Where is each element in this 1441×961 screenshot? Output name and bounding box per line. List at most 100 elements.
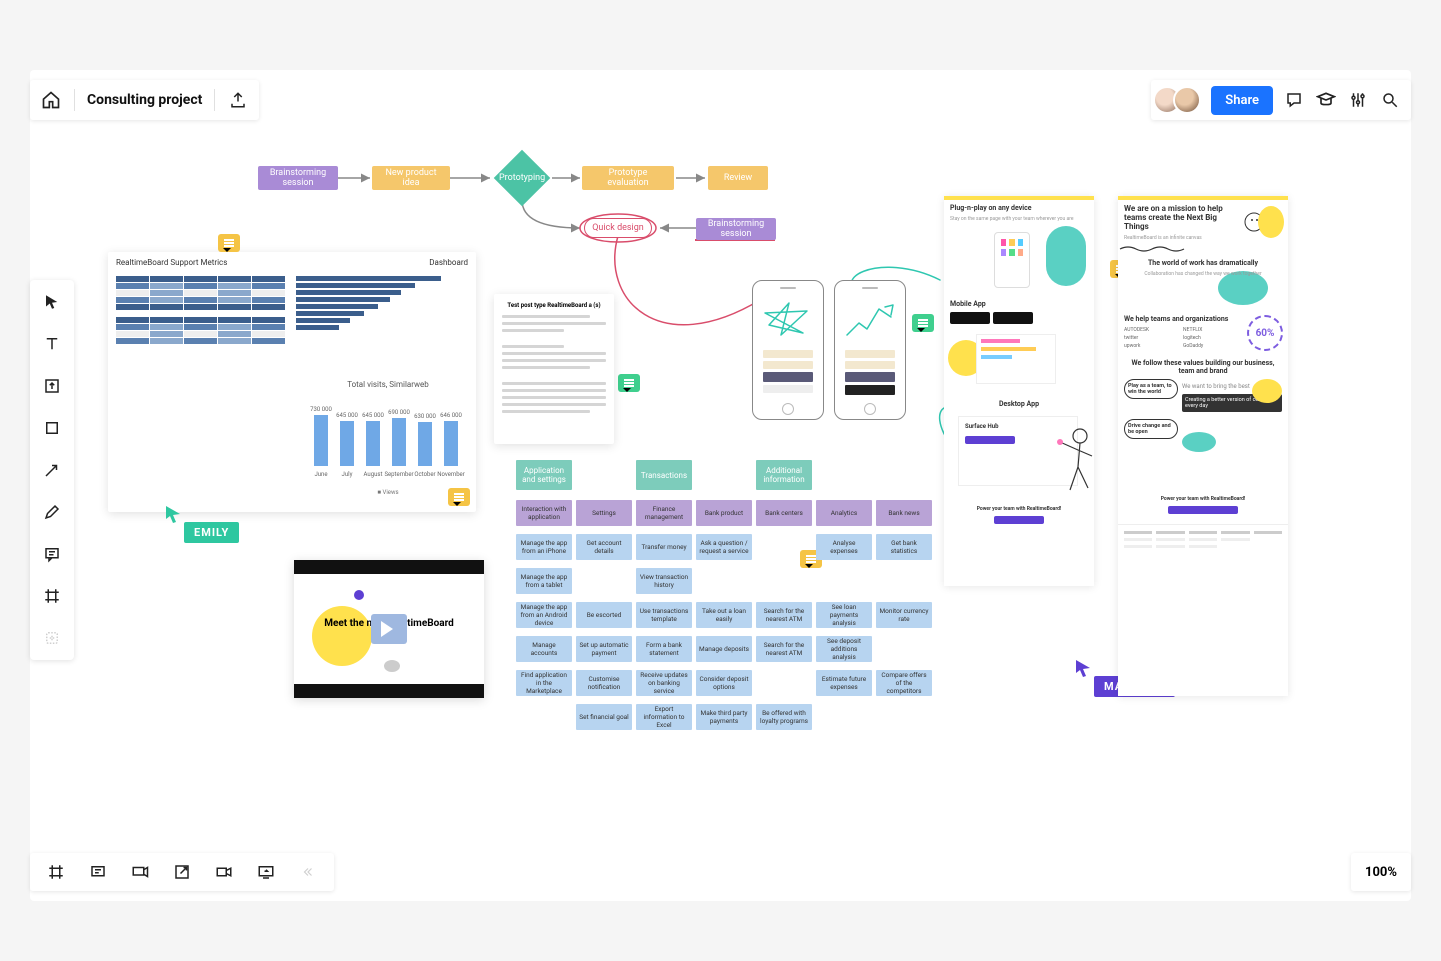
sticky-note[interactable]: Manage the app from an iPhone: [516, 534, 572, 560]
sticky-note[interactable]: Receive updates on banking service: [636, 670, 692, 696]
settings-icon[interactable]: [1347, 89, 1369, 111]
frame-tool[interactable]: [38, 582, 66, 610]
flow-node[interactable]: New product idea: [372, 166, 450, 190]
comments-icon[interactable]: [84, 858, 112, 886]
person-illustration: [1040, 422, 1100, 502]
flow-node[interactable]: Brainstorming session: [696, 218, 776, 240]
sticky-note[interactable]: Bank news: [876, 500, 932, 526]
sticky-note[interactable]: Use transactions template: [636, 602, 692, 628]
chart-bar: [340, 421, 354, 466]
board-title[interactable]: Consulting project: [87, 92, 202, 108]
star-scribble: [759, 295, 817, 343]
comment-icon[interactable]: [448, 488, 470, 506]
screen-share-icon[interactable]: [252, 858, 280, 886]
arrow-tool[interactable]: [38, 456, 66, 484]
video-card[interactable]: Meet the new RealtimeBoard: [294, 560, 484, 698]
home-icon[interactable]: [40, 89, 62, 111]
sticky-note[interactable]: Compare offers of the competitors: [876, 670, 932, 696]
sticky-header[interactable]: Additional information: [756, 460, 812, 490]
comment-icon[interactable]: [618, 374, 640, 392]
canvas[interactable]: Brainstorming session New product idea P…: [0, 0, 1441, 961]
sticky-note[interactable]: Be offered with loyalty programs: [756, 704, 812, 730]
sticky-header[interactable]: Transactions: [636, 460, 692, 490]
share-embed-icon[interactable]: [168, 858, 196, 886]
sticky-note[interactable]: See loan payments analysis: [816, 602, 872, 628]
sticky-note[interactable]: Analytics: [816, 500, 872, 526]
cursor-icon: [1074, 658, 1094, 678]
mockup-about-page[interactable]: We are on a mission to help teams create…: [1118, 196, 1288, 696]
sticky-note[interactable]: Manage the app from an Android device: [516, 602, 572, 628]
bar-chart: Total visits, Similarweb 730 000June645 …: [308, 380, 468, 500]
mockup-device-page[interactable]: Plug-n-play on any device Stay on the sa…: [944, 196, 1094, 586]
sticky-note[interactable]: Customise notification: [576, 670, 632, 696]
video-icon[interactable]: [210, 858, 238, 886]
sticky-note[interactable]: View transaction history: [636, 568, 692, 594]
shape-tool[interactable]: [38, 414, 66, 442]
sticky-note[interactable]: Transfer money: [636, 534, 692, 560]
sticky-note[interactable]: Set financial goal: [576, 704, 632, 730]
flow-node[interactable]: Brainstorming session: [258, 166, 338, 190]
export-icon[interactable]: [227, 89, 249, 111]
sticky-note[interactable]: Make third party payments: [696, 704, 752, 730]
search-icon[interactable]: [1379, 89, 1401, 111]
sticky-note[interactable]: Search for the nearest ATM: [756, 602, 812, 628]
phone-wireframe[interactable]: [834, 280, 906, 420]
document-card[interactable]: Test post type RealtimeBoard a (s): [494, 294, 614, 444]
sticky-note[interactable]: Estimate future expenses: [816, 670, 872, 696]
academy-icon[interactable]: [1315, 89, 1337, 111]
sticky-note[interactable]: Take out a loan easily: [696, 602, 752, 628]
collapse-icon[interactable]: [294, 858, 322, 886]
brand-logo: AUTODESK: [1124, 327, 1177, 333]
sticky-note[interactable]: Finance management: [636, 500, 692, 526]
flow-node[interactable]: Quick design: [584, 218, 652, 238]
pen-tool[interactable]: [38, 498, 66, 526]
flow-node[interactable]: Review: [708, 166, 768, 190]
chat-icon[interactable]: [1283, 89, 1305, 111]
collaborator-avatars[interactable]: [1161, 86, 1201, 114]
avatar[interactable]: [1173, 86, 1201, 114]
brand-logo: upwork: [1124, 343, 1177, 349]
separator: [74, 89, 75, 111]
comment-icon[interactable]: [218, 234, 240, 252]
comment-tool[interactable]: [38, 540, 66, 568]
text-tool[interactable]: [38, 330, 66, 358]
sticky-note[interactable]: See deposit additions analysis: [816, 636, 872, 662]
presentation-icon[interactable]: [126, 858, 154, 886]
sticky-note[interactable]: Bank centers: [756, 500, 812, 526]
sticky-note[interactable]: Search for the nearest ATM: [756, 636, 812, 662]
frames-icon[interactable]: [42, 858, 70, 886]
sticky-note[interactable]: Be escorted: [576, 602, 632, 628]
sticky-note[interactable]: Analyse expenses: [816, 534, 872, 560]
select-tool[interactable]: [38, 288, 66, 316]
template-tool[interactable]: [38, 372, 66, 400]
share-button[interactable]: Share: [1211, 86, 1273, 115]
sticky-note[interactable]: Manage the app from a tablet: [516, 568, 572, 594]
chart-bar: [418, 422, 432, 466]
comment-icon[interactable]: [912, 314, 934, 332]
dashboard-title: RealtimeBoard Support Metrics: [116, 258, 227, 267]
sticky-note[interactable]: Settings: [576, 500, 632, 526]
sticky-note[interactable]: Get bank statistics: [876, 534, 932, 560]
sticky-note[interactable]: Manage deposits: [696, 636, 752, 662]
sticky-note[interactable]: Find application in the Marketplace: [516, 670, 572, 696]
flow-decision[interactable]: Prototyping: [494, 150, 551, 207]
sticky-note[interactable]: Interaction with application: [516, 500, 572, 526]
play-icon[interactable]: [371, 614, 407, 644]
sticky-note[interactable]: Get account details: [576, 534, 632, 560]
sticky-note[interactable]: Monitor currency rate: [876, 602, 932, 628]
sticky-note[interactable]: Export information to Excel: [636, 704, 692, 730]
phone-wireframe[interactable]: [752, 280, 824, 420]
sticky-note[interactable]: Form a bank statement: [636, 636, 692, 662]
sticky-header[interactable]: Application and settings: [516, 460, 572, 490]
sticky-note[interactable]: Set up automatic payment: [576, 636, 632, 662]
zoom-level[interactable]: 100%: [1351, 853, 1411, 891]
sticky-note[interactable]: Manage accounts: [516, 636, 572, 662]
flow-node[interactable]: Prototype evaluation: [582, 166, 674, 190]
sticky-note[interactable]: Consider deposit options: [696, 670, 752, 696]
topbar-right: Share: [1151, 80, 1411, 120]
more-tools[interactable]: [38, 624, 66, 652]
sticky-note[interactable]: Ask a question / request a service: [696, 534, 752, 560]
sticky-note[interactable]: Bank product: [696, 500, 752, 526]
dashboard-card[interactable]: RealtimeBoard Support MetricsDashboard: [108, 252, 476, 512]
brand-logo: GoDaddy: [1183, 343, 1236, 349]
